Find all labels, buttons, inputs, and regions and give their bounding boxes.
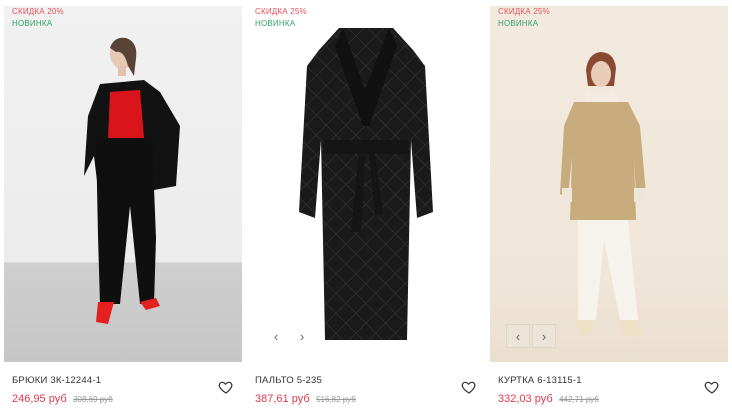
chevron-right-icon: › bbox=[541, 328, 547, 344]
new-badge: НОВИНКА bbox=[12, 19, 53, 28]
current-price: 246,95 руб bbox=[12, 393, 67, 405]
product-info: КУРТКА 6-13115-1 332,03 руб 442,71 руб bbox=[498, 375, 724, 407]
new-badge: НОВИНКА bbox=[498, 19, 539, 28]
slider-prev-button[interactable]: ‹ bbox=[264, 324, 288, 348]
old-price: 516,82 руб bbox=[316, 395, 356, 404]
badges: СКИДКА 25% НОВИНКА bbox=[255, 6, 307, 30]
product-card[interactable]: СКИДКА 25% НОВИНКА ‹ › ПАЛЬТО 5-235 387,… bbox=[247, 0, 485, 414]
slider-next-button[interactable]: › bbox=[532, 324, 556, 348]
discount-badge: СКИДКА 25% bbox=[255, 7, 307, 16]
coat-photo-illustration bbox=[299, 28, 433, 340]
chevron-left-icon: ‹ bbox=[273, 328, 279, 344]
new-badge: НОВИНКА bbox=[255, 19, 296, 28]
badges: СКИДКА 25% НОВИНКА bbox=[498, 6, 550, 30]
old-price: 442,71 руб bbox=[559, 395, 599, 404]
discount-badge: СКИДКА 25% bbox=[498, 7, 550, 16]
price-row: 387,61 руб 516,82 руб bbox=[255, 391, 481, 407]
badges: СКИДКА 20% НОВИНКА bbox=[12, 6, 64, 30]
product-image[interactable] bbox=[247, 6, 485, 362]
product-card[interactable]: СКИДКА 20% НОВИНКА БРЮКИ 3К-12244-1 246,… bbox=[4, 0, 242, 414]
model-photo-illustration bbox=[560, 52, 646, 336]
old-price: 308,69 руб bbox=[73, 395, 113, 404]
current-price: 387,61 руб bbox=[255, 393, 310, 405]
current-price: 332,03 руб bbox=[498, 393, 553, 405]
price-row: 332,03 руб 442,71 руб bbox=[498, 391, 724, 407]
heart-icon[interactable] bbox=[461, 379, 477, 395]
chevron-left-icon: ‹ bbox=[515, 328, 521, 344]
product-image[interactable] bbox=[4, 6, 242, 362]
product-grid: СКИДКА 20% НОВИНКА БРЮКИ 3К-12244-1 246,… bbox=[0, 0, 732, 414]
heart-icon[interactable] bbox=[704, 379, 720, 395]
slider-next-button[interactable]: › bbox=[290, 324, 314, 348]
product-title[interactable]: БРЮКИ 3К-12244-1 bbox=[12, 375, 238, 387]
heart-icon[interactable] bbox=[218, 379, 234, 395]
price-row: 246,95 руб 308,69 руб bbox=[12, 391, 238, 407]
chevron-right-icon: › bbox=[299, 328, 305, 344]
discount-badge: СКИДКА 20% bbox=[12, 7, 64, 16]
model-photo-illustration bbox=[84, 37, 180, 324]
product-card[interactable]: СКИДКА 25% НОВИНКА ‹ › КУРТКА 6-13115-1 … bbox=[490, 0, 728, 414]
product-title[interactable]: ПАЛЬТО 5-235 bbox=[255, 375, 481, 387]
slider-prev-button[interactable]: ‹ bbox=[506, 324, 530, 348]
product-info: БРЮКИ 3К-12244-1 246,95 руб 308,69 руб bbox=[12, 375, 238, 407]
product-image[interactable] bbox=[490, 6, 728, 362]
product-title[interactable]: КУРТКА 6-13115-1 bbox=[498, 375, 724, 387]
product-info: ПАЛЬТО 5-235 387,61 руб 516,82 руб bbox=[255, 375, 481, 407]
